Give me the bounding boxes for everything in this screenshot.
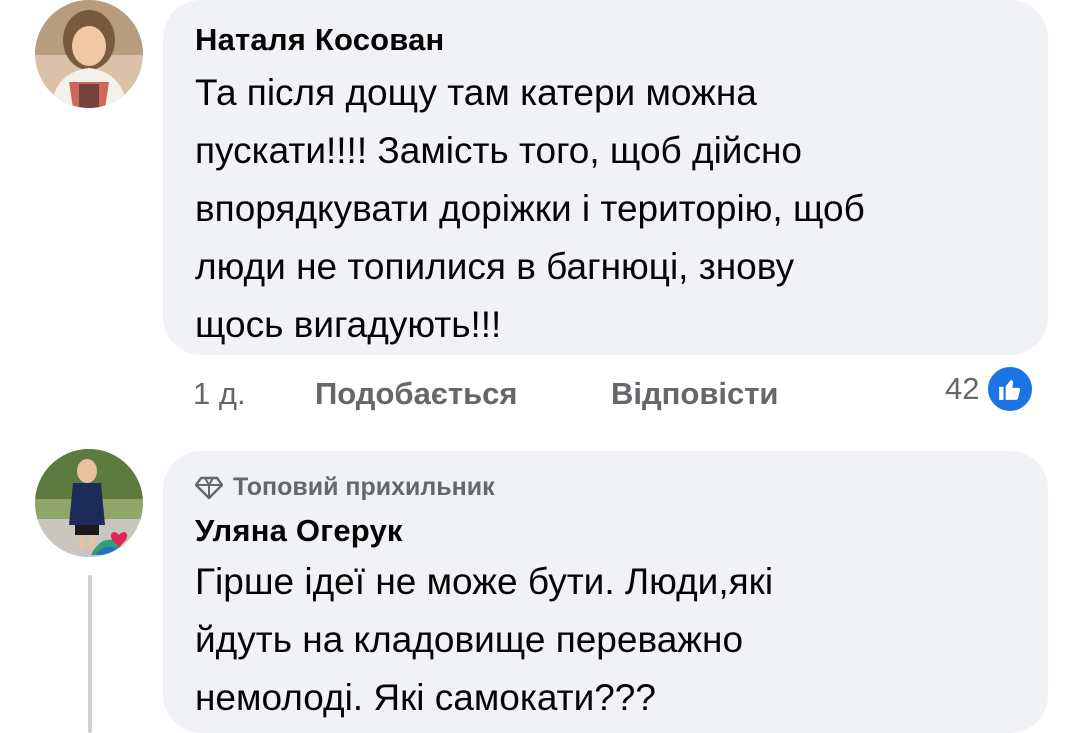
top-fan-badge: Топовий прихильник: [195, 473, 495, 502]
like-button[interactable]: Подобається: [315, 376, 518, 412]
comment-timestamp[interactable]: 1 д.: [193, 376, 246, 412]
frame-heart-icon: [91, 532, 131, 555]
comment-bubble: Наталя Косован Та після дощу там катери …: [163, 0, 1048, 355]
avatar[interactable]: [35, 0, 143, 108]
comment-author[interactable]: Уляна Огерук: [195, 513, 403, 549]
diamond-icon: [195, 476, 223, 499]
reaction-count: 42: [945, 371, 980, 406]
comment-author[interactable]: Наталя Косован: [195, 22, 444, 58]
comment-text: Та після дощу там катери можна пускати!!…: [195, 72, 865, 345]
comment-bubble: Топовий прихильник Уляна Огерук Гірше ід…: [163, 451, 1048, 733]
avatar-photo: [35, 0, 143, 108]
thread-line: [88, 575, 92, 733]
badge-label: Топовий прихильник: [233, 473, 495, 501]
avatar[interactable]: [35, 449, 143, 557]
like-icon: [985, 364, 1036, 414]
comment-text: Гірше ідеї не може бути. Люди,які йдуть …: [195, 561, 774, 718]
reply-button[interactable]: Відповісти: [611, 376, 779, 412]
comment-actions: 1 д. Подобається Відповісти: [193, 376, 833, 416]
reaction-summary[interactable]: 42: [945, 364, 1036, 414]
